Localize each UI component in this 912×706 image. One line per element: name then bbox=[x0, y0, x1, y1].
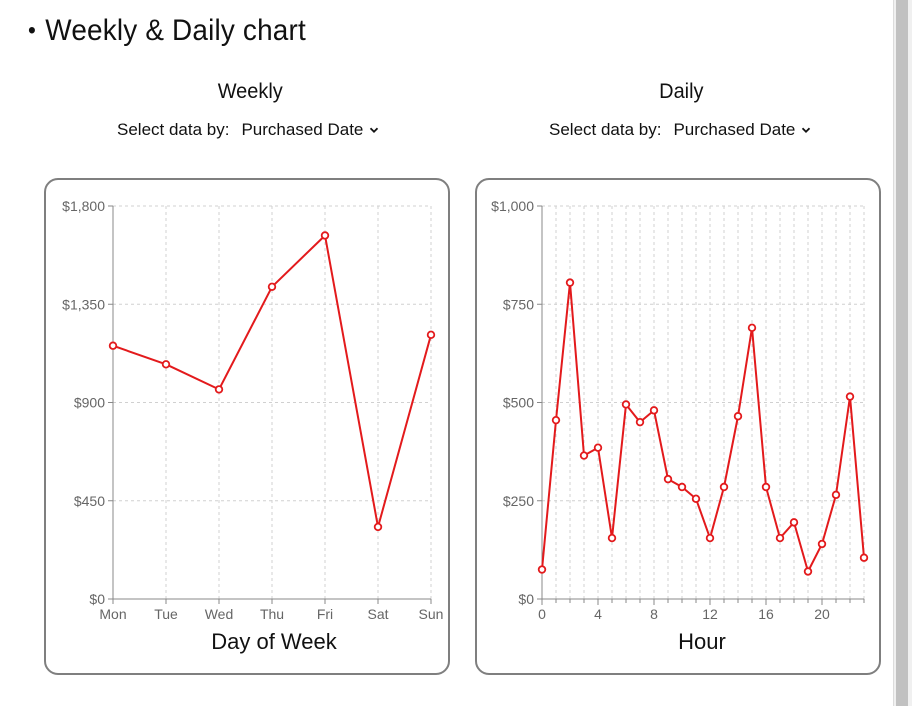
daily-data-point bbox=[593, 443, 603, 452]
daily-y-tick-label: $0 bbox=[518, 591, 534, 607]
daily-data-point bbox=[859, 553, 869, 562]
weekly-y-tick-label: $1,350 bbox=[62, 296, 105, 312]
daily-data-point bbox=[845, 392, 855, 401]
weekly-y-tick-label: $450 bbox=[74, 493, 105, 509]
daily-select-row: Select data by: Purchased Date bbox=[549, 118, 811, 142]
weekly-data-point bbox=[426, 330, 436, 340]
weekly-select-label: Select data by: bbox=[117, 120, 230, 139]
daily-data-point bbox=[831, 490, 841, 500]
daily-data-point bbox=[579, 451, 589, 460]
daily-data-select[interactable]: Purchased Date bbox=[673, 118, 811, 142]
weekly-data-point bbox=[108, 341, 118, 350]
weekly-x-axis-title: Day of Week bbox=[211, 629, 338, 654]
daily-data-point bbox=[677, 482, 687, 492]
daily-y-tick-label: $250 bbox=[503, 493, 534, 509]
daily-data-point bbox=[705, 533, 715, 543]
daily-data-point bbox=[537, 565, 547, 574]
daily-data-point bbox=[663, 474, 673, 484]
daily-x-tick-label: 0 bbox=[538, 606, 546, 622]
daily-title: Daily bbox=[659, 80, 704, 103]
daily-y-tick-label: $750 bbox=[503, 296, 534, 312]
weekly-x-tick-label: Tue bbox=[154, 606, 178, 622]
daily-x-tick-label: 8 bbox=[650, 606, 658, 622]
daily-data-point bbox=[761, 482, 771, 492]
weekly-title: Weekly bbox=[217, 80, 283, 103]
weekly-x-tick-label: Fri bbox=[317, 606, 333, 622]
section-title: Weekly & Daily chart bbox=[45, 14, 306, 47]
daily-data-point bbox=[607, 533, 617, 543]
daily-x-tick-label: 12 bbox=[702, 606, 718, 622]
page-scrollbar[interactable] bbox=[893, 0, 912, 706]
daily-data-point bbox=[635, 417, 645, 427]
section-heading: • Weekly & Daily chart bbox=[28, 14, 306, 48]
weekly-data-point bbox=[373, 522, 383, 532]
daily-series-line bbox=[541, 281, 865, 573]
weekly-x-tick-label: Mon bbox=[99, 606, 126, 622]
daily-y-tick-label: $1,000 bbox=[491, 198, 534, 214]
daily-select-label: Select data by: bbox=[549, 120, 662, 139]
daily-data-point bbox=[691, 494, 701, 503]
daily-data-point bbox=[817, 539, 827, 549]
daily-x-tick-label: 4 bbox=[594, 606, 602, 622]
weekly-data-select[interactable]: Purchased Date bbox=[241, 118, 379, 142]
weekly-data-point bbox=[161, 360, 171, 369]
weekly-y-tick-label: $1,800 bbox=[62, 198, 105, 214]
bullet-icon: • bbox=[28, 17, 37, 44]
daily-data-point bbox=[649, 406, 659, 415]
weekly-x-tick-label: Thu bbox=[260, 606, 284, 622]
daily-x-tick-label: 20 bbox=[814, 606, 830, 622]
weekly-y-tick-label: $0 bbox=[89, 591, 105, 607]
weekly-x-tick-label: Sat bbox=[367, 606, 388, 622]
weekly-chart-card: $0 $450 $900 $1,350 $1,800 Mon Tue Wed Thu Fri Sat… bbox=[44, 178, 450, 675]
daily-data-point bbox=[621, 400, 631, 409]
weekly-x-tick-label: Wed bbox=[205, 606, 234, 622]
weekly-line-chart: $0 $450 $900 $1,350 $1,800 Mon Tue Wed Thu Fri Sat… bbox=[62, 198, 444, 654]
daily-line-chart: $0 $250 $500 $750 $1,000 0 4 8 12 16 20 Hour bbox=[491, 198, 869, 654]
weekly-data-point bbox=[267, 282, 277, 291]
daily-x-tick-label: 16 bbox=[758, 606, 774, 622]
daily-data-point bbox=[775, 533, 785, 543]
weekly-data-point bbox=[320, 231, 330, 240]
weekly-select-row: Select data by: Purchased Date bbox=[117, 118, 379, 142]
weekly-y-tick-label: $900 bbox=[74, 395, 105, 411]
daily-chart-card: $0 $250 $500 $750 $1,000 0 4 8 12 16 20 Hour bbox=[475, 178, 881, 675]
daily-data-point bbox=[565, 278, 575, 287]
daily-data-point bbox=[789, 518, 799, 527]
daily-data-point bbox=[733, 412, 743, 421]
scrollbar-thumb[interactable] bbox=[896, 0, 908, 706]
daily-y-tick-label: $500 bbox=[503, 395, 534, 411]
chevron-down-icon bbox=[370, 127, 379, 133]
daily-data-point bbox=[719, 482, 729, 492]
daily-data-point bbox=[803, 567, 813, 576]
daily-data-point bbox=[747, 323, 757, 333]
daily-select-value: Purchased Date bbox=[673, 120, 796, 139]
weekly-x-tick-label: Sun bbox=[419, 606, 444, 622]
daily-data-point bbox=[551, 415, 561, 425]
chevron-down-icon bbox=[802, 127, 811, 133]
weekly-select-value: Purchased Date bbox=[241, 120, 364, 139]
weekly-data-point bbox=[214, 385, 224, 394]
daily-x-axis-title: Hour bbox=[678, 629, 726, 654]
